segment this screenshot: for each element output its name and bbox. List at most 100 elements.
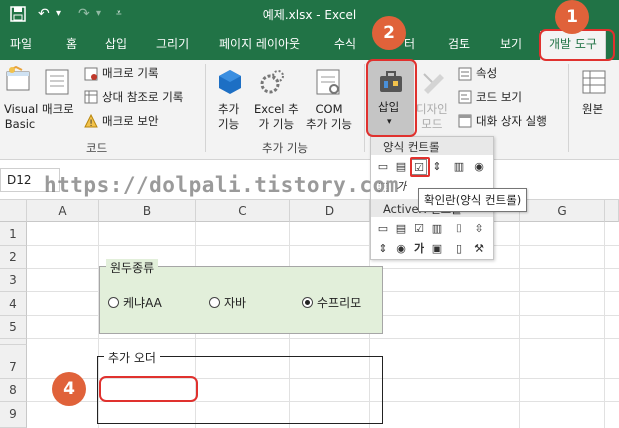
column-header-g[interactable]: G — [520, 200, 605, 222]
activex-textbox-icon[interactable]: ⌷ — [451, 221, 467, 237]
row-header-4[interactable]: 4 — [0, 292, 27, 316]
checkbox-tooltip: 확인란(양식 컨트롤) — [418, 188, 528, 212]
highlight-insert-button — [366, 59, 417, 137]
relative-reference-icon — [84, 90, 98, 104]
design-mode-button[interactable]: 디자인 모드 — [416, 102, 448, 132]
grid-line — [604, 222, 605, 428]
row-header-3[interactable]: 3 — [0, 269, 27, 292]
relative-reference-button[interactable]: 상대 참조로 기록 — [102, 90, 183, 105]
activex-scrollbar-icon[interactable]: ⇳ — [471, 221, 487, 237]
column-header-h[interactable] — [605, 200, 619, 222]
view-code-icon — [458, 90, 472, 104]
visual-basic-button[interactable]: Visual Basic — [4, 102, 38, 132]
form-controls-title: 양식 컨트롤 — [371, 137, 493, 155]
select-all-corner[interactable] — [0, 200, 27, 222]
activex-option-icon[interactable]: ◉ — [393, 241, 409, 257]
radio-unchecked-icon — [108, 297, 119, 308]
coffee-type-groupbox-title: 원두종류 — [106, 259, 159, 276]
record-macro-button[interactable]: 매크로 기록 — [102, 66, 159, 81]
warning-icon: ! — [84, 113, 98, 129]
source-icon[interactable] — [580, 68, 608, 96]
highlight-developer-tab — [539, 29, 615, 61]
watermark: https://dolpali.tistory.com — [44, 173, 399, 197]
activex-checkbox-icon[interactable]: ☑ — [411, 221, 427, 237]
tab-page-layout[interactable]: 페이지 레이아웃 — [219, 36, 300, 52]
highlight-checkbox-control — [410, 157, 430, 177]
com-addins-button[interactable]: COM 추가 기능 — [306, 102, 352, 132]
highlight-draw-area — [99, 376, 198, 402]
svg-text:!: ! — [89, 119, 93, 128]
tab-view[interactable]: 보기 — [500, 36, 522, 52]
group-label-code: 코드 — [86, 141, 108, 155]
properties-button[interactable]: 속성 — [476, 66, 497, 81]
activex-image-icon[interactable]: ▣ — [429, 241, 445, 257]
ribbon-separator — [205, 64, 206, 152]
filename: 예제.xlsx — [262, 8, 313, 22]
activex-button-icon[interactable]: ▭ — [375, 221, 391, 237]
addins-button[interactable]: 추가 기능 — [218, 102, 239, 132]
tab-review[interactable]: 검토 — [448, 36, 470, 52]
ribbon-separator — [568, 64, 569, 152]
column-header-a[interactable]: A — [27, 200, 99, 222]
row-header-9[interactable]: 9 — [0, 402, 27, 428]
title-bar: ↶ ▾ ↷ ▾ ⩡ 예제.xlsx - Excel — [0, 0, 619, 28]
record-macro-icon — [84, 67, 98, 81]
spinner-control-icon[interactable]: ⇕ — [429, 159, 445, 175]
activex-combobox-icon[interactable]: ▤ — [393, 221, 409, 237]
radio-kenya-label: 케냐AA — [123, 296, 162, 310]
activex-spinner-icon[interactable]: ⇕ — [375, 241, 391, 257]
macro-button[interactable]: 매크로 — [42, 102, 74, 117]
app-name: Excel — [324, 8, 357, 22]
ribbon: Visual Basic 매크로 매크로 기록 상대 참조로 기록 ! 매크로 … — [0, 60, 619, 160]
row-header-8[interactable]: 8 — [0, 379, 27, 402]
visual-basic-icon[interactable] — [4, 65, 32, 94]
row-header-2[interactable]: 2 — [0, 246, 27, 269]
activex-toggle-icon[interactable]: ▯ — [451, 241, 467, 257]
row-header-5[interactable]: 5 — [0, 316, 27, 339]
tab-data[interactable]: 터 — [404, 36, 415, 52]
macro-security-button[interactable]: 매크로 보안 — [102, 114, 159, 129]
row-header-1[interactable]: 1 — [0, 222, 27, 246]
source-button[interactable]: 원본 — [582, 102, 603, 117]
radio-java[interactable]: 자바 — [209, 294, 246, 311]
window-title: 예제.xlsx - Excel — [262, 8, 357, 22]
activex-label-icon[interactable]: 가 — [411, 241, 427, 257]
view-code-button[interactable]: 코드 보기 — [476, 90, 522, 105]
tab-formulas[interactable]: 수식 — [334, 36, 356, 52]
grid-line — [519, 222, 520, 428]
tab-draw[interactable]: 그리기 — [156, 36, 189, 52]
radio-supremo[interactable]: 수프리모 — [302, 294, 361, 311]
radio-checked-icon — [302, 297, 313, 308]
radio-supremo-label: 수프리모 — [317, 296, 362, 310]
tab-home[interactable]: 홈 — [66, 36, 77, 52]
row-header-7[interactable]: 7 — [0, 345, 27, 379]
radio-unchecked-icon — [209, 297, 220, 308]
tab-insert[interactable]: 삽입 — [105, 36, 127, 52]
step-badge-2: 2 — [372, 16, 406, 50]
macro-icon[interactable] — [44, 68, 70, 96]
store-addins-icon[interactable] — [216, 68, 244, 96]
com-addins-icon[interactable] — [314, 68, 342, 96]
group-label-addins: 추가 기능 — [262, 141, 308, 155]
extra-order-groupbox-title: 추가 오더 — [104, 349, 160, 366]
tab-file[interactable]: 파일 — [10, 36, 32, 52]
step-badge-1: 1 — [555, 0, 589, 34]
column-header-d[interactable]: D — [290, 200, 370, 222]
excel-addins-button[interactable]: Excel 추 가 기능 — [254, 102, 299, 132]
grid-line — [27, 338, 619, 339]
properties-icon — [458, 67, 472, 81]
run-dialog-button[interactable]: 대화 상자 실행 — [476, 114, 547, 129]
column-header-c[interactable]: C — [196, 200, 290, 222]
excel-addins-icon[interactable] — [258, 68, 286, 96]
radio-kenya[interactable]: 케냐AA — [108, 294, 162, 311]
design-mode-icon[interactable] — [420, 68, 448, 96]
dialog-icon — [458, 114, 472, 128]
activex-listbox-icon[interactable]: ▥ — [429, 221, 445, 237]
more-controls-icon[interactable]: ⚒ — [471, 241, 487, 257]
listbox-control-icon[interactable]: ▥ — [451, 159, 467, 175]
radio-java-label: 자바 — [224, 296, 247, 310]
column-header-b[interactable]: B — [99, 200, 196, 222]
ribbon-separator — [364, 64, 365, 152]
option-button-icon[interactable]: ◉ — [471, 159, 487, 175]
ribbon-tabs: 파일 홈 삽입 그리기 페이지 레이아웃 수식 터 검토 보기 개발 도구 — [0, 28, 619, 60]
